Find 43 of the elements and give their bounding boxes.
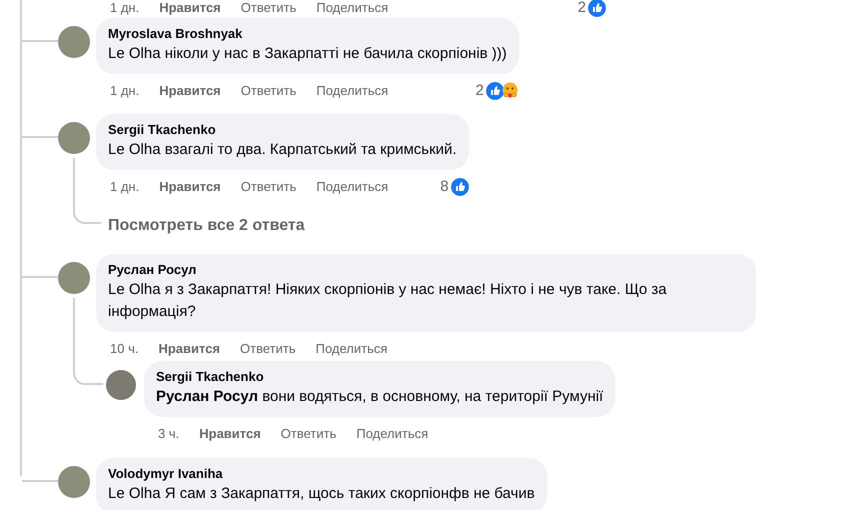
comment-text: Le Olha взагалі то два. Карпатський та кримський. [108,140,457,160]
comment-time[interactable]: 1 дн. [110,177,140,197]
comment-time[interactable]: 3 ч. [158,424,180,444]
like-link[interactable]: Нравится [159,81,221,101]
share-link[interactable]: Поделиться [316,0,388,18]
reaction-count: 2 [475,80,484,101]
avatar[interactable] [58,26,90,58]
comment-text: Le Olha ніколи у нас в Закарпатті не бачила скорпіонів ))) [108,44,507,64]
share-link[interactable]: Поделиться [316,177,388,197]
reply-link[interactable]: Ответить [240,0,296,18]
author-name[interactable]: Руслан Росул [108,261,744,279]
author-name[interactable]: Volodymyr Ivaniha [108,465,535,483]
reply-link[interactable]: Ответить [240,177,296,197]
thumbs-up-icon [450,178,469,196]
author-name[interactable]: Sergii Tkachenko [108,121,457,139]
avatar[interactable] [106,370,136,400]
view-replies-link[interactable]: Посмотреть все 2 ответа [108,217,305,234]
reaction-count: 2 [578,0,586,18]
like-link[interactable]: Нравится [158,339,220,359]
like-link[interactable]: Нравится [159,177,221,197]
avatar[interactable] [58,262,90,294]
hugging-face-icon [504,82,519,100]
reaction-count: 8 [440,176,449,197]
comment-time[interactable]: 10 ч. [110,339,138,359]
comment-text: Le Olha я з Закарпаття! Ніяких скорпіонів у нас немає! Ніхто і не чув таке. Що за інформація? [108,280,668,322]
comment-time[interactable]: 1 дн. [110,81,140,101]
reply-link[interactable]: Ответить [280,424,336,444]
thumbs-up-icon [588,0,606,17]
like-link[interactable]: Нравится [199,424,261,444]
share-link[interactable]: Поделиться [356,424,428,444]
comment-text: Le Olha Я сам з Закарпаття, щось таких скорпіонфв не бачив [108,484,535,504]
avatar[interactable] [58,122,90,154]
comment-text: Руслан Росул вони водяться, в основному, на території Румунії [156,387,604,407]
like-link[interactable]: Нравится [159,0,221,18]
share-link[interactable]: Поделиться [316,339,388,359]
author-name[interactable]: Sergii Tkachenko [156,368,604,386]
reply-link[interactable]: Ответить [240,339,296,359]
author-name[interactable]: Myroslava Broshnyak [108,25,507,43]
reply-link[interactable]: Ответить [240,81,296,101]
share-link[interactable]: Поделиться [316,81,388,101]
thumbs-up-icon [486,82,504,100]
avatar[interactable] [58,466,90,498]
comment-time[interactable]: 1 дн. [110,0,140,18]
